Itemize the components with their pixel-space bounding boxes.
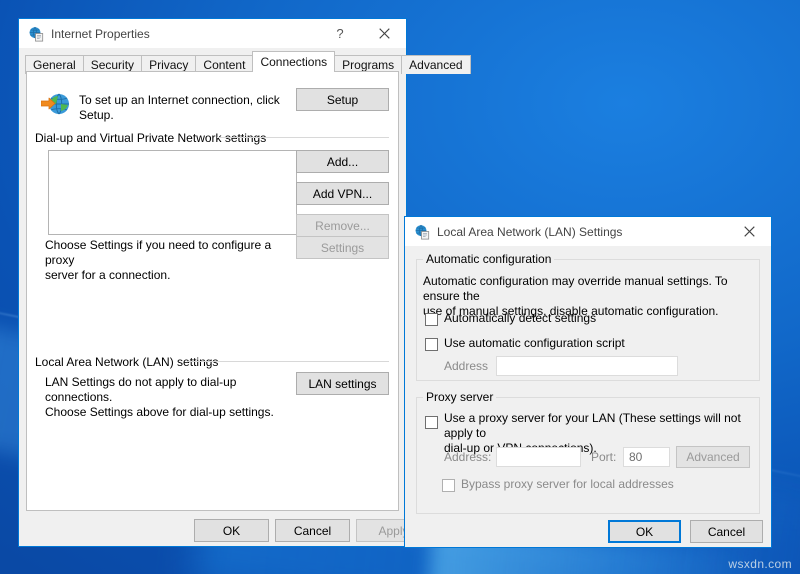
lan-settings-button[interactable]: LAN settings [296,372,389,395]
internet-connection-globe-icon [41,92,71,118]
use-automatic-configuration-script-checkbox[interactable] [425,338,438,351]
close-icon[interactable] [727,217,771,246]
dialup-connections-list[interactable] [48,150,297,235]
site-watermark: wsxdn.com [728,557,792,571]
setup-description: To set up an Internet connection, click … [79,93,289,123]
setup-button[interactable]: Setup [296,88,389,111]
proxy-address-input [496,447,581,467]
connections-tabpage: To set up an Internet connection, click … [26,71,399,511]
add-button[interactable]: Add... [296,150,389,173]
bypass-proxy-checkbox [442,479,455,492]
automatic-configuration-group-title: Automatic configuration [423,252,554,266]
proxy-hint-line1: Choose Settings if you need to configure… [45,238,271,267]
lan-hint: LAN Settings do not apply to dial-up con… [45,375,290,420]
lan-settings-dialog: Local Area Network (LAN) Settings Automa… [404,216,772,548]
proxy-port-input: 80 [623,447,670,467]
dialup-group-label: Dial-up and Virtual Private Network sett… [35,131,266,145]
automatically-detect-settings-checkbox[interactable] [425,313,438,326]
lan-settings-titlebar[interactable]: Local Area Network (LAN) Settings [405,217,771,246]
tab-connections[interactable]: Connections [252,51,335,72]
lan-group-label: Local Area Network (LAN) settings [35,355,218,369]
proxy-server-group-title: Proxy server [423,390,496,404]
close-icon[interactable] [362,19,406,48]
internet-properties-icon [28,26,44,42]
lan-group-rule [187,361,389,362]
internet-properties-titlebar[interactable]: Internet Properties ? [19,19,406,48]
script-address-input [496,356,678,376]
lan-settings-title: Local Area Network (LAN) Settings [437,225,622,239]
lan-cancel-button[interactable]: Cancel [690,520,763,543]
dialup-group-rule [217,137,389,138]
internet-properties-icon [414,224,430,240]
proxy-port-label: Port: [591,450,616,465]
proxy-hint-line2: server for a connection. [45,268,170,282]
ok-button[interactable]: OK [194,519,269,542]
use-proxy-label-line1: Use a proxy server for your LAN (These s… [444,411,741,440]
bypass-proxy-label: Bypass proxy server for local addresses [461,477,674,492]
use-automatic-configuration-script-label[interactable]: Use automatic configuration script [444,336,625,351]
auto-config-desc-line1: Automatic configuration may override man… [423,274,728,303]
setup-description-line1: To set up an Internet connection, click [79,93,280,107]
advanced-button: Advanced [676,446,750,468]
settings-button: Settings [296,236,389,259]
automatically-detect-settings-label[interactable]: Automatically detect settings [444,311,596,326]
lan-hint-line2: Choose Settings above for dial-up settin… [45,405,274,419]
internet-properties-tabstrip[interactable]: General Security Privacy Content Connect… [19,51,406,72]
internet-properties-title: Internet Properties [51,27,150,41]
internet-properties-window: Internet Properties ? General Security P… [18,18,407,547]
lan-ok-button[interactable]: OK [608,520,681,543]
cancel-button[interactable]: Cancel [275,519,350,542]
script-address-label: Address [444,359,488,374]
add-vpn-button[interactable]: Add VPN... [296,182,389,205]
tab-advanced[interactable]: Advanced [401,55,470,74]
setup-description-line2: Setup. [79,108,114,122]
proxy-address-label: Address: [444,450,491,465]
proxy-hint: Choose Settings if you need to configure… [45,238,290,283]
use-proxy-server-checkbox[interactable] [425,416,438,429]
help-button[interactable]: ? [318,19,362,48]
lan-hint-line1: LAN Settings do not apply to dial-up con… [45,375,236,404]
remove-button: Remove... [296,214,389,237]
